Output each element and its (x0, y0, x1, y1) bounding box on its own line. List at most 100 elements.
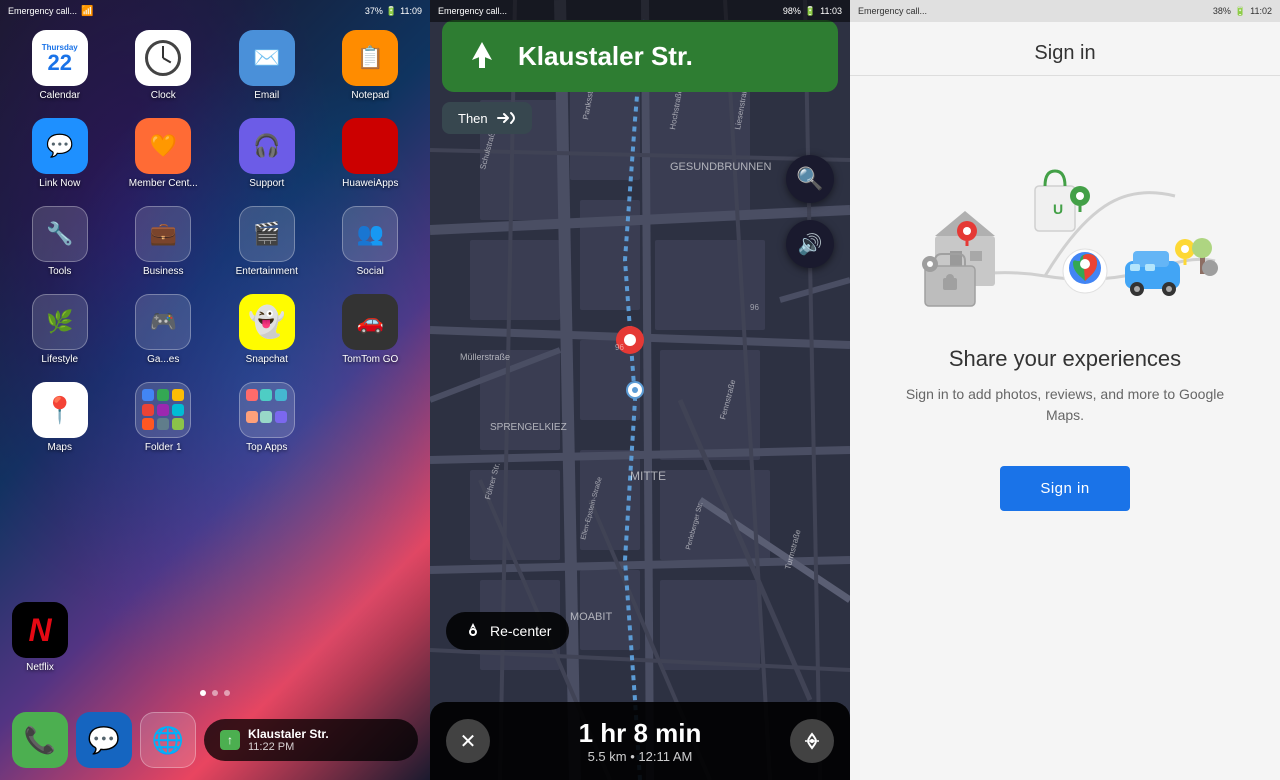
app-label-lifestyle: Lifestyle (41, 354, 78, 366)
nav-notification-arrow: ↑ (220, 730, 240, 750)
signin-status-bar: Emergency call... 38% 🔋 11:02 (850, 0, 1280, 22)
recenter-icon (464, 622, 482, 640)
app-business[interactable]: 💼 Business (116, 206, 212, 278)
carrier-text: Emergency call... (8, 6, 77, 16)
app-folder1[interactable]: Folder 1 (116, 382, 212, 454)
nav-eta-time: 1 hr 8 min (579, 718, 702, 749)
nav-notification-text: Klaustaler Str. 11:22 PM (248, 727, 329, 753)
browser-app-icon[interactable]: 🌐 (140, 712, 196, 768)
nav-arrival-time: 12:11 AM (638, 749, 692, 764)
business-icon: 💼 (135, 206, 191, 262)
app-tomtom[interactable]: 🚗 TomTom GO (323, 294, 419, 366)
app-label-entertainment: Entertainment (236, 266, 298, 278)
audio-icon: 🔊 (798, 232, 823, 257)
app-support[interactable]: 🎧 Support (219, 118, 315, 190)
nav-header: Klaustaler Str. Then (442, 20, 838, 134)
battery-icon: 🔋 (386, 6, 397, 17)
nav-then-card: Then (442, 102, 532, 134)
search-icon: 🔍 (796, 166, 823, 192)
app-label-linknow: Link Now (39, 178, 80, 190)
app-label-clock: Clock (151, 90, 176, 102)
app-entertainment[interactable]: 🎬 Entertainment (219, 206, 315, 278)
phone-icon: 📞 (24, 725, 56, 756)
tools-icon: 🔧 (32, 206, 88, 262)
signin-button[interactable]: Sign in (1000, 466, 1129, 511)
app-label-snapchat: Snapchat (246, 354, 288, 366)
messages-icon: 💬 (88, 725, 120, 756)
status-bar: Emergency call... 📶 37% 🔋 11:09 (0, 0, 430, 22)
app-maps[interactable]: Maps (12, 382, 108, 454)
nav-recenter-button[interactable]: Re-center (446, 612, 569, 650)
app-label-tools: Tools (48, 266, 71, 278)
app-label-email: Email (254, 90, 279, 102)
signin-carrier: Emergency call... (858, 6, 927, 16)
app-games[interactable]: 🎮 Ga...es (116, 294, 212, 366)
phone-app-icon[interactable]: 📞 (12, 712, 68, 768)
games-icon: 🎮 (135, 294, 191, 350)
nav-bottom-bar: ✕ 1 hr 8 min 5.5 km • 12:11 AM (430, 702, 850, 780)
app-label-topapps: Top Apps (246, 442, 287, 454)
nav-then-arrow-icon (496, 110, 516, 126)
page-indicator (0, 682, 430, 704)
tomtom-icon: 🚗 (342, 294, 398, 350)
app-label-maps: Maps (48, 442, 72, 454)
maps-battery: 98% (783, 6, 801, 16)
maps-navigation: Emergency call... 98% 🔋 11:03 (430, 0, 850, 780)
clock-time: 11:09 (400, 6, 422, 16)
signin-time: 11:02 (1250, 6, 1272, 16)
app-social[interactable]: 👥 Social (323, 206, 419, 278)
app-linknow[interactable]: 💬 Link Now (12, 118, 108, 190)
signin-subtext: Sign in to add photos, reviews, and more… (850, 372, 1280, 426)
signin-battery: 38% (1213, 6, 1231, 16)
app-label-membercent: Member Cent... (129, 178, 198, 190)
notification-bar[interactable]: ↑ Klaustaler Str. 11:22 PM (204, 719, 418, 761)
svg-text:U: U (1053, 201, 1063, 217)
app-snapchat[interactable]: Snapchat (219, 294, 315, 366)
app-netflix[interactable]: N Netflix (12, 602, 68, 674)
app-label-huaweiapps: HuaweiApps (342, 178, 398, 190)
folder1-icon (135, 382, 191, 438)
member-icon: 🧡 (135, 118, 191, 174)
nav-notification-title: Klaustaler Str. (248, 727, 329, 741)
dot-3 (224, 690, 230, 696)
nav-options-button[interactable] (790, 719, 834, 763)
signal-icon: 📶 (81, 6, 93, 17)
maps-status-right: 98% 🔋 11:03 (783, 6, 842, 17)
app-label-social: Social (357, 266, 384, 278)
nav-distance: 5.5 km (588, 749, 627, 764)
signin-page-title: Sign in (1034, 22, 1095, 75)
maps-status-bar: Emergency call... 98% 🔋 11:03 (430, 0, 850, 22)
svg-text:MITTE: MITTE (630, 469, 666, 483)
app-notepad[interactable]: 📋 Notepad (323, 30, 419, 102)
app-huaweiapps[interactable]: HuaweiApps (323, 118, 419, 190)
snapchat-icon (239, 294, 295, 350)
app-clock[interactable]: Clock (116, 30, 212, 102)
maps-battery-icon: 🔋 (805, 6, 816, 17)
app-label-games: Ga...es (147, 354, 179, 366)
signin-screen: Emergency call... 38% 🔋 11:02 Sign in (850, 0, 1280, 780)
calendar-day: 22 (48, 52, 72, 74)
app-email[interactable]: ✉️ Email (219, 30, 315, 102)
messages-app-icon[interactable]: 💬 (76, 712, 132, 768)
app-calendar[interactable]: Thursday 22 Calendar (12, 30, 108, 102)
signin-battery-icon: 🔋 (1235, 6, 1246, 17)
app-membercent[interactable]: 🧡 Member Cent... (116, 118, 212, 190)
topapps-icon (239, 382, 295, 438)
map-search-button[interactable]: 🔍 (786, 155, 834, 203)
email-icon: ✉️ (239, 30, 295, 86)
app-topapps[interactable]: Top Apps (219, 382, 315, 454)
recenter-label: Re-center (490, 623, 551, 639)
app-label-support: Support (249, 178, 284, 190)
dock: N Netflix 📞 💬 🌐 ↑ Klaustaler S (0, 602, 430, 780)
app-lifestyle[interactable]: 🌿 Lifestyle (12, 294, 108, 366)
app-tools[interactable]: 🔧 Tools (12, 206, 108, 278)
map-audio-button[interactable]: 🔊 (786, 220, 834, 268)
status-bar-right: 37% 🔋 11:09 (365, 6, 422, 17)
calendar-icon: Thursday 22 (32, 30, 88, 86)
dot-2 (212, 690, 218, 696)
dot-1 (200, 690, 206, 696)
nav-close-button[interactable]: ✕ (446, 719, 490, 763)
signin-illustration: U (905, 106, 1225, 326)
notepad-icon: 📋 (342, 30, 398, 86)
app-label-netflix: Netflix (26, 662, 54, 674)
